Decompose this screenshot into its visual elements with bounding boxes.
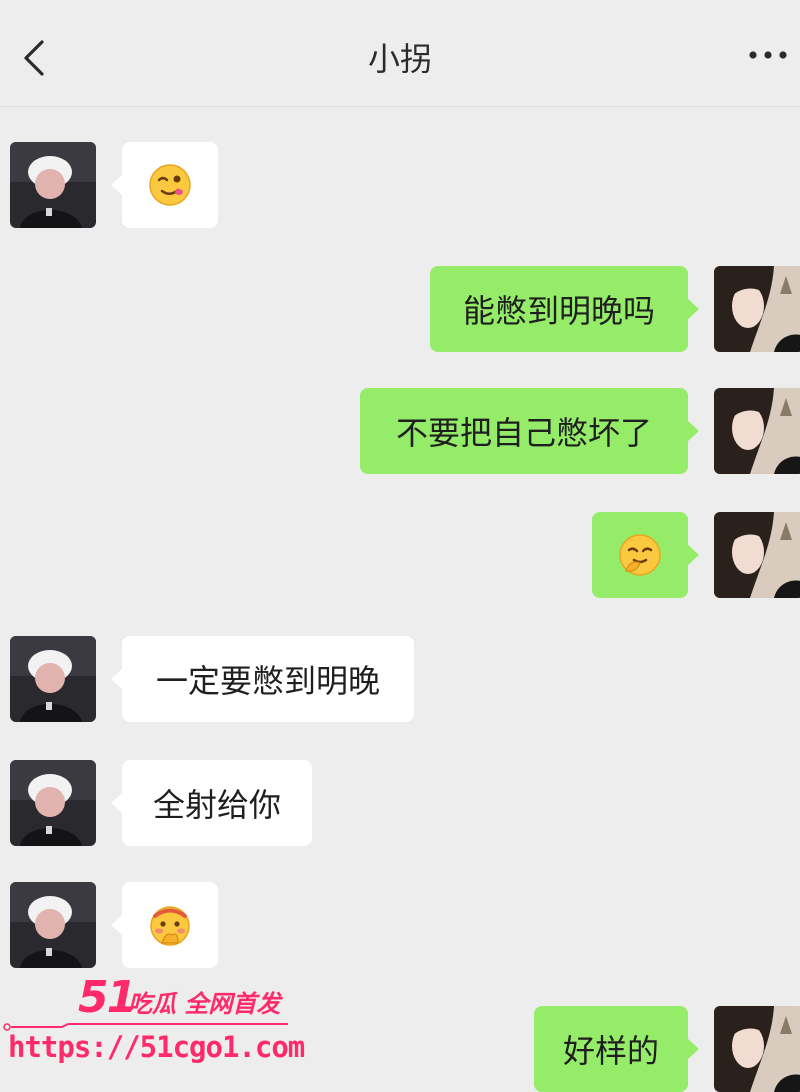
message-bubble-incoming[interactable]: 一定要憋到明晚: [111, 636, 414, 722]
self-avatar[interactable]: [714, 266, 800, 352]
message-bubble-incoming[interactable]: 全射给你: [111, 760, 312, 846]
message-text: 不要把自己憋坏了: [395, 414, 652, 452]
message-bubble-outgoing[interactable]: 不要把自己憋坏了: [360, 388, 699, 474]
self-avatar[interactable]: [714, 1006, 800, 1092]
watermark-number: 51: [78, 972, 137, 1023]
message-text: 一定要憋到明晚: [155, 662, 380, 700]
self-avatar[interactable]: [714, 388, 800, 474]
watermark-url: https://51cgo1.com: [8, 1030, 305, 1064]
chat-header: 小拐: [0, 0, 800, 107]
message-bubble-incoming[interactable]: [111, 142, 218, 228]
more-dots-icon[interactable]: [746, 40, 790, 70]
message-bubble-outgoing[interactable]: [592, 512, 699, 598]
contact-avatar[interactable]: [10, 142, 96, 228]
contact-avatar[interactable]: [10, 636, 96, 722]
self-avatar[interactable]: [714, 512, 800, 598]
message-bubble-incoming[interactable]: [111, 882, 218, 968]
message-bubble-outgoing[interactable]: 好样的: [534, 1006, 699, 1092]
watermark-brand: 吃瓜 全网首发: [128, 990, 281, 1018]
contact-avatar[interactable]: [10, 760, 96, 846]
watermark: 51 吃瓜 全网首发 https://51cgo1.com: [0, 968, 305, 1078]
embarrassed-face-emoji: [150, 906, 190, 946]
message-bubble-outgoing[interactable]: 能憋到明晚吗: [430, 266, 699, 352]
contact-avatar[interactable]: [10, 882, 96, 968]
message-text: 全射给你: [152, 786, 281, 824]
chat-title: 小拐: [367, 40, 432, 78]
message-text: 好样的: [562, 1032, 659, 1070]
winking-face-emoji: [149, 164, 191, 206]
message-text: 能憋到明晚吗: [462, 292, 655, 330]
smirking-face-emoji: [619, 534, 661, 576]
